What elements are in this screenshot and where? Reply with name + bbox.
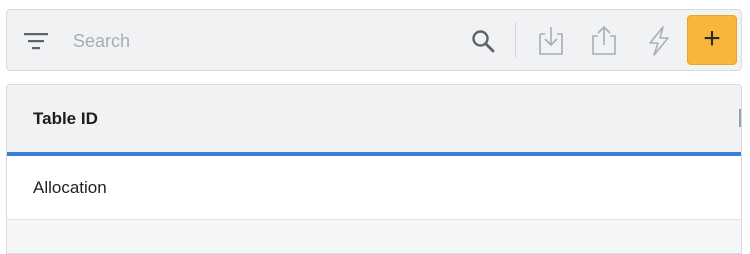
table-cell: Allocation [33, 178, 107, 197]
data-table: Table ID Allocation [6, 84, 742, 254]
download-icon[interactable] [534, 24, 568, 58]
column-resize-handle[interactable] [739, 109, 741, 127]
search-icon[interactable] [470, 28, 496, 54]
flash-icon[interactable] [642, 24, 676, 58]
search-input[interactable] [67, 24, 457, 58]
add-button[interactable]: + [687, 15, 737, 65]
table-row[interactable]: Allocation [7, 156, 741, 220]
table-row[interactable] [7, 220, 741, 253]
upload-icon[interactable] [587, 24, 621, 58]
table-header: Table ID [7, 85, 741, 156]
column-header-table-id[interactable]: Table ID [33, 109, 98, 129]
toolbar-divider [515, 22, 516, 58]
filter-icon[interactable] [24, 31, 48, 51]
toolbar: + [6, 9, 742, 71]
